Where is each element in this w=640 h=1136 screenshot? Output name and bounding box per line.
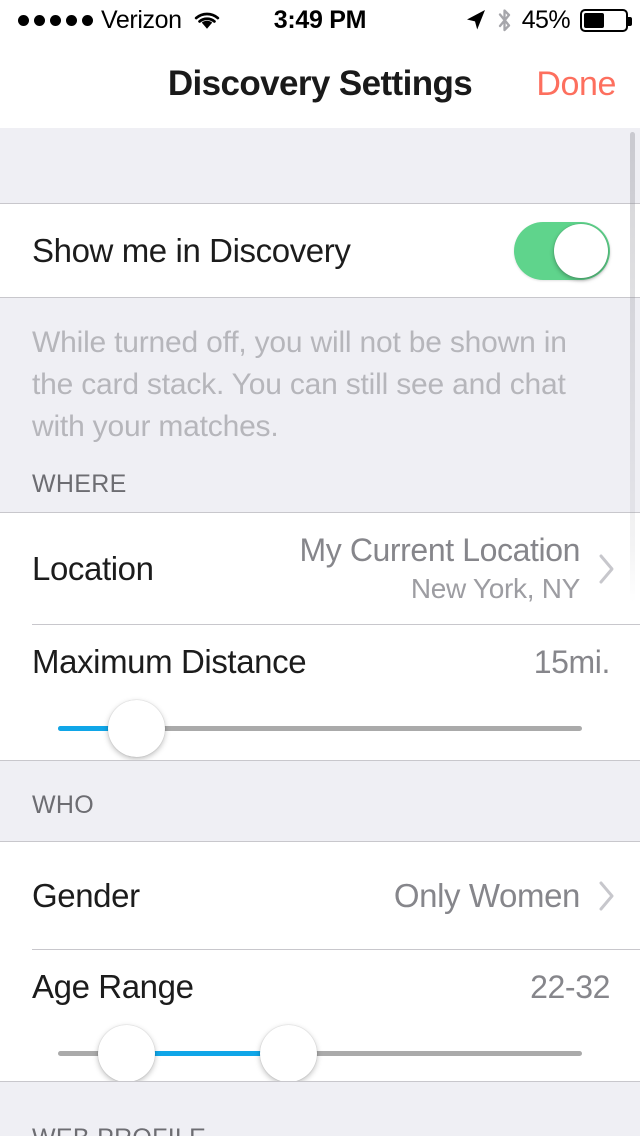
row-location[interactable]: Location My Current Location New York, N… <box>0 513 640 625</box>
row-age-range[interactable]: Age Range 22-32 <box>0 950 640 1082</box>
row-show-me-in-discovery[interactable]: Show me in Discovery <box>0 204 640 298</box>
gender-value: Only Women <box>393 877 581 914</box>
maximum-distance-label: Maximum Distance <box>32 643 307 680</box>
vertical-scrollbar[interactable] <box>630 132 635 602</box>
chevron-right-icon <box>598 553 616 585</box>
status-bar-right: 45% <box>465 0 632 40</box>
status-bar: Verizon 3:49 PM 45% <box>0 0 640 40</box>
battery-icon <box>580 8 632 32</box>
clock-label: 3:49 PM <box>273 5 367 34</box>
age-range-value: 22-32 <box>530 968 610 1005</box>
section-header-where-label: WHERE <box>32 470 127 498</box>
section-header-where: WHERE <box>0 448 640 513</box>
section-header-web-profile-label: WEB PROFILE <box>32 1124 206 1136</box>
slider-thumb-max[interactable] <box>260 1025 318 1082</box>
location-arrow-icon <box>466 10 485 30</box>
slider-thumb-min[interactable] <box>97 1025 155 1082</box>
section-header-who: WHO <box>0 761 640 842</box>
navigation-bar: Discovery Settings Done <box>0 40 640 128</box>
age-range-label: Age Range <box>32 968 194 1005</box>
app-screen: Verizon 3:49 PM 45% Discovery Settings D… <box>0 0 640 1136</box>
location-label: Location <box>32 550 154 587</box>
chevron-right-icon <box>598 880 616 912</box>
age-range-slider[interactable] <box>58 1023 582 1083</box>
discovery-footer: While turned off, you will not be shown … <box>0 298 640 448</box>
discovery-footer-text: While turned off, you will not be shown … <box>32 326 567 443</box>
section-header-web-profile: WEB PROFILE <box>0 1082 640 1136</box>
show-me-in-discovery-toggle[interactable] <box>514 222 610 280</box>
row-maximum-distance[interactable]: Maximum Distance 15mi. <box>0 625 640 761</box>
location-value-secondary: New York, NY <box>410 573 580 604</box>
settings-scroll-view[interactable]: Show me in Discovery While turned off, y… <box>0 128 640 1136</box>
location-value-primary: My Current Location <box>299 532 580 568</box>
row-gender[interactable]: Gender Only Women <box>0 842 640 950</box>
maximum-distance-slider[interactable] <box>58 698 582 758</box>
gender-label: Gender <box>32 877 140 914</box>
bluetooth-icon <box>498 8 510 31</box>
toggle-knob <box>554 224 608 278</box>
group-spacer-top <box>0 128 640 204</box>
battery-percent-label: 45% <box>521 5 571 34</box>
done-button[interactable]: Done <box>536 40 616 128</box>
show-me-in-discovery-label: Show me in Discovery <box>32 232 351 269</box>
slider-thumb[interactable] <box>108 700 166 757</box>
maximum-distance-value: 15mi. <box>533 643 611 680</box>
section-header-who-label: WHO <box>32 791 94 819</box>
